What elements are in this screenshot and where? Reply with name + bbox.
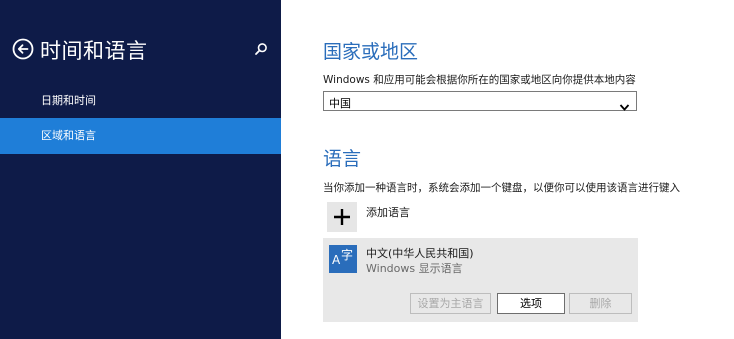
set-primary-button[interactable]: 设置为主语言 [410,293,491,314]
language-name: 中文(中华人民共和国) [366,247,474,260]
language-list-item[interactable]: A 字 中文(中华人民共和国) Windows 显示语言 设置为主语言 选项 删… [323,238,638,322]
sidebar-item-label: 区域和语言 [41,129,96,142]
sidebar-item-date-time[interactable]: 日期和时间 [0,83,281,119]
back-arrow-icon[interactable] [12,38,34,60]
chevron-down-icon [619,97,630,111]
add-language-button[interactable]: 添加语言 [366,204,410,220]
language-subtitle: Windows 显示语言 [366,262,463,275]
remove-button[interactable]: 删除 [569,293,632,314]
country-region-dropdown[interactable]: 中国 [323,91,637,111]
search-icon[interactable] [254,41,268,55]
sidebar: 时间和语言 日期和时间 区域和语言 [0,0,281,339]
sidebar-item-label: 日期和时间 [41,94,96,107]
region-description: Windows 和应用可能会根据你所在的国家或地区向你提供本地内容 [323,74,636,86]
country-region-value: 中国 [329,97,351,110]
language-description: 当你添加一种语言时，系统会添加一个键盘，以便你可以使用该语言进行键入 [323,182,680,194]
options-button[interactable]: 选项 [497,293,565,314]
region-heading: 国家或地区 [323,41,419,63]
page-title: 时间和语言 [40,39,148,63]
language-tile-icon: A 字 [329,245,357,273]
sidebar-item-region-language[interactable]: 区域和语言 [0,118,281,154]
language-heading: 语言 [323,148,362,170]
plus-icon[interactable] [327,202,357,232]
